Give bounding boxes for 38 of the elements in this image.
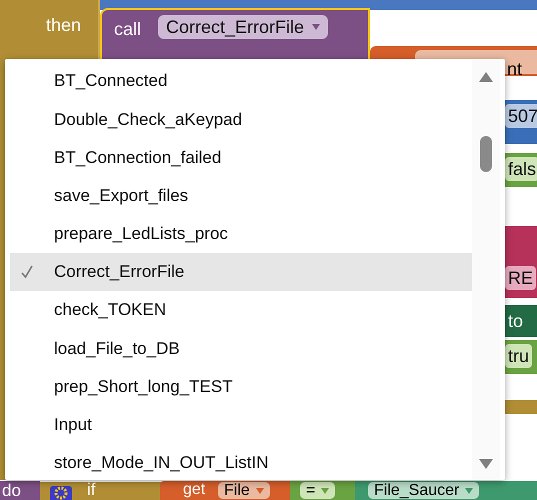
menu-item[interactable]: Correct_ErrorFile xyxy=(10,252,472,292)
scroll-up-icon[interactable] xyxy=(479,72,493,82)
menu-item[interactable]: load_File_to_DB xyxy=(10,329,472,368)
menu-item[interactable]: store_Mode_IN_OUT_ListIN xyxy=(10,444,472,482)
scrollbar[interactable] xyxy=(472,59,500,480)
gear-icon[interactable] xyxy=(50,486,72,500)
get-label: get xyxy=(183,482,206,498)
scrollbar-thumb[interactable] xyxy=(480,136,492,172)
block-background xyxy=(502,400,537,414)
caret-icon xyxy=(465,488,474,494)
scroll-down-icon[interactable] xyxy=(479,459,493,469)
menu-item[interactable]: BT_Connected xyxy=(10,62,472,100)
do-label: do xyxy=(0,481,40,500)
menu-item[interactable]: prepare_LedLists_proc xyxy=(10,214,472,253)
component-dropdown[interactable]: File_Saucer xyxy=(368,482,480,499)
to-block xyxy=(502,305,537,337)
caret-icon xyxy=(321,488,330,494)
value-field[interactable]: fals xyxy=(505,157,537,181)
menu-item[interactable]: BT_Connection_failed xyxy=(10,138,472,177)
caret-icon xyxy=(256,488,264,494)
operator-dropdown[interactable]: = xyxy=(300,482,336,499)
value-field[interactable]: tru xyxy=(505,344,532,368)
component-name: nt xyxy=(507,60,522,78)
menu-item[interactable]: save_Export_files xyxy=(10,176,472,215)
value-field[interactable]: 507 xyxy=(505,104,537,128)
to-label: to xyxy=(507,310,524,333)
variable-dropdown[interactable]: File xyxy=(218,482,270,499)
menu-item[interactable]: Double_Check_aKeypad xyxy=(10,100,472,138)
checkmark-icon xyxy=(21,264,33,279)
if-label: if xyxy=(87,481,96,498)
then-label: then xyxy=(46,14,82,37)
call-label: call xyxy=(114,18,142,41)
menu-item[interactable]: prep_Short_long_TEST xyxy=(10,368,472,406)
menu-item[interactable]: Input xyxy=(10,406,472,444)
menu-item[interactable]: check_TOKEN xyxy=(10,291,472,330)
caret-icon xyxy=(312,24,320,30)
procedure-dropdown[interactable]: Correct_ErrorFile xyxy=(158,15,328,39)
value-field[interactable]: RE xyxy=(505,266,536,290)
